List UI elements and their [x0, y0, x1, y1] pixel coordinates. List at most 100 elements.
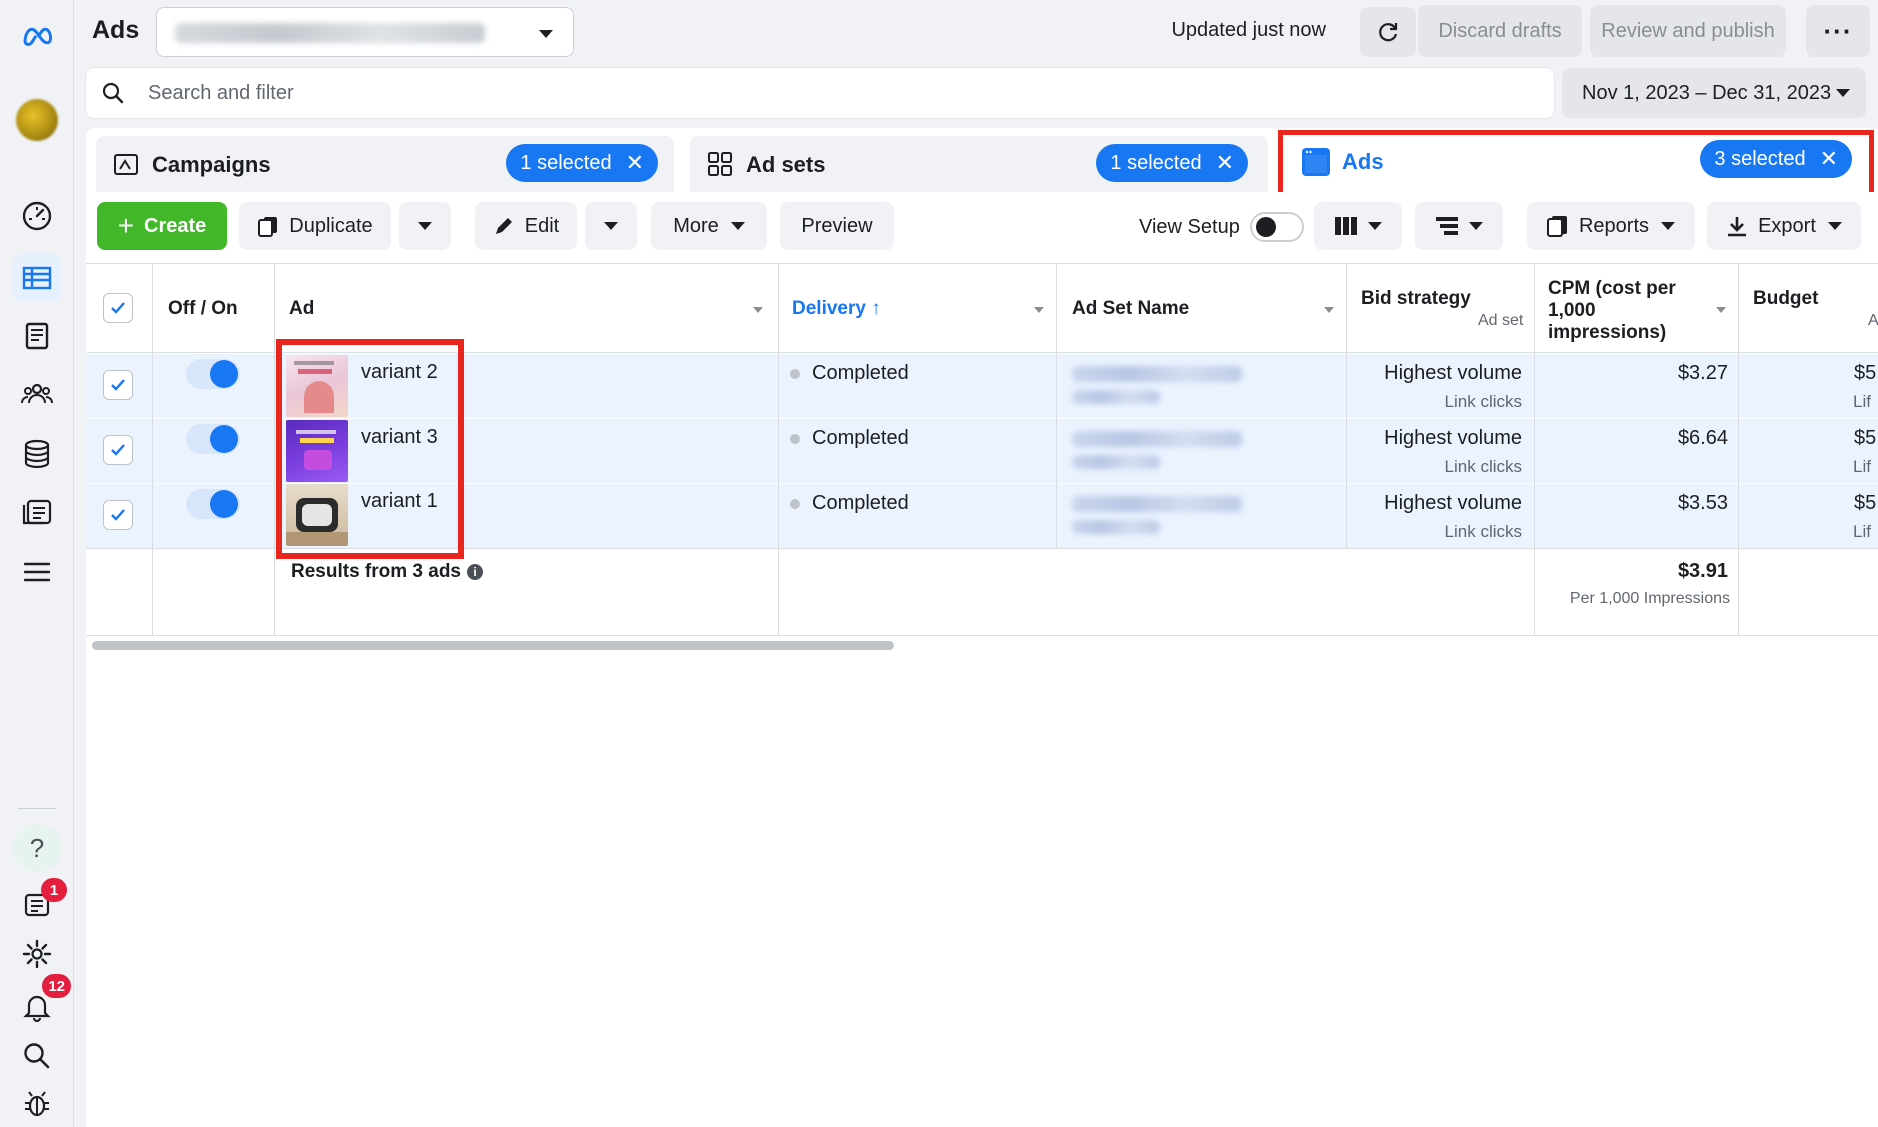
toggle-knob	[210, 425, 238, 453]
campaigns-selected-pill[interactable]: 1 selected ✕	[506, 144, 658, 182]
sort-caret-icon[interactable]	[753, 307, 763, 313]
header-ad-set-name[interactable]: Ad Set Name	[1072, 298, 1189, 320]
audiences-icon[interactable]	[13, 370, 61, 418]
billing-database-icon[interactable]	[13, 430, 61, 478]
meta-logo-icon[interactable]	[13, 12, 61, 60]
column-divider	[1056, 263, 1057, 548]
header-cpm[interactable]: CPM (cost per 1,000 impressions)	[1548, 278, 1698, 344]
ad-thumbnail-image[interactable]	[286, 420, 348, 482]
tab-ad-sets[interactable]: Ad sets 1 selected ✕	[690, 136, 1268, 192]
more-options-button[interactable]: ···	[1806, 5, 1870, 57]
cpm-value: $6.64	[1677, 427, 1728, 449]
header-delivery[interactable]: Delivery ↑	[792, 298, 881, 320]
top-bar: Ads Updated just now Discard drafts Revi…	[74, 0, 1878, 62]
view-setup-toggle[interactable]	[1250, 212, 1304, 242]
refresh-button[interactable]	[1360, 7, 1416, 57]
header-bid-strategy-sub: Ad set	[1478, 312, 1524, 329]
catalog-icon[interactable]	[13, 488, 61, 536]
report-bug-icon[interactable]	[13, 1080, 61, 1127]
header-budget[interactable]: Budget	[1753, 288, 1818, 310]
row-checkbox[interactable]	[103, 500, 133, 530]
budget-type: Lif	[1853, 457, 1871, 476]
column-divider	[274, 263, 275, 635]
column-divider	[1738, 263, 1739, 635]
bid-strategy-value: Highest volume	[1384, 492, 1522, 514]
date-range-label: Nov 1, 2023 – Dec 31, 2023	[1582, 81, 1832, 104]
clear-selection-icon[interactable]: ✕	[1216, 152, 1234, 174]
table-row[interactable]	[86, 354, 1878, 418]
breakdown-button[interactable]	[1415, 202, 1503, 250]
preview-button[interactable]: Preview	[780, 202, 894, 250]
chevron-down-icon	[539, 30, 553, 38]
status-dot	[790, 434, 800, 444]
sort-caret-icon[interactable]	[1716, 307, 1726, 313]
ad-sets-selected-pill[interactable]: 1 selected ✕	[1096, 144, 1248, 182]
budget-type: Lif	[1853, 522, 1871, 541]
total-cpm-value: $3.91	[1677, 560, 1728, 582]
chevron-down-icon	[604, 222, 618, 230]
create-button[interactable]: + Create	[97, 202, 227, 250]
dashboard-gauge-icon[interactable]	[13, 192, 61, 240]
ad-thumbnail-image[interactable]	[286, 355, 348, 417]
download-icon	[1728, 217, 1747, 237]
clear-selection-icon[interactable]: ✕	[626, 152, 644, 174]
tab-ad-sets-label: Ad sets	[746, 152, 826, 177]
pages-icon[interactable]	[13, 312, 61, 360]
ad-window-icon	[1302, 148, 1330, 176]
ad-thumbnail-image[interactable]	[286, 484, 348, 546]
clear-selection-icon[interactable]: ✕	[1820, 148, 1838, 170]
sort-caret-icon[interactable]	[1034, 307, 1044, 313]
table-row[interactable]	[86, 419, 1878, 483]
settings-gear-icon[interactable]	[13, 930, 61, 978]
reports-button[interactable]: Reports	[1527, 202, 1695, 250]
account-avatar[interactable]	[13, 96, 61, 144]
notifications-icon[interactable]: 1	[13, 878, 67, 928]
select-all-checkbox[interactable]	[103, 293, 133, 323]
row-checkbox[interactable]	[103, 370, 133, 400]
edit-options-dropdown[interactable]	[585, 202, 637, 250]
action-toolbar: + Create Duplicate Edit More Preview View…	[86, 192, 1878, 262]
search-icon	[102, 82, 124, 104]
more-actions-button[interactable]: More	[651, 202, 767, 250]
ad-name[interactable]: variant 1	[361, 490, 438, 513]
status-dot	[790, 499, 800, 509]
ad-on-off-toggle[interactable]	[186, 359, 240, 389]
export-button[interactable]: Export	[1707, 202, 1861, 250]
search-icon[interactable]	[13, 1032, 61, 1080]
ad-on-off-toggle[interactable]	[186, 424, 240, 454]
review-and-publish-button[interactable]: Review and publish	[1590, 5, 1786, 57]
header-bid-strategy[interactable]: Bid strategy	[1361, 288, 1471, 310]
ad-name[interactable]: variant 3	[361, 426, 438, 449]
total-cpm-sub: Per 1,000 Impressions	[1569, 590, 1730, 607]
ad-name[interactable]: variant 2	[361, 361, 438, 384]
all-tools-menu-icon[interactable]	[13, 548, 61, 596]
help-icon[interactable]: ?	[13, 824, 61, 872]
date-range-picker[interactable]: Nov 1, 2023 – Dec 31, 2023	[1562, 68, 1866, 118]
updated-status: Updated just now	[1171, 19, 1326, 41]
view-setup-label: View Setup	[1139, 216, 1240, 238]
discard-drafts-button[interactable]: Discard drafts	[1418, 5, 1582, 57]
app-title: Ads	[92, 16, 140, 44]
horizontal-scrollbar[interactable]	[92, 641, 894, 650]
chevron-down-icon	[1661, 222, 1676, 230]
edit-button[interactable]: Edit	[475, 202, 577, 250]
ads-manager-table-icon[interactable]	[13, 254, 61, 302]
table-row[interactable]	[86, 484, 1878, 548]
search-input[interactable]	[148, 77, 1508, 109]
ad-on-off-toggle[interactable]	[186, 489, 240, 519]
tab-ads[interactable]: Ads 3 selected ✕	[1280, 136, 1872, 192]
duplicate-button[interactable]: Duplicate	[239, 202, 391, 250]
toggle-knob	[210, 360, 238, 388]
duplicate-options-dropdown[interactable]	[399, 202, 451, 250]
header-ad[interactable]: Ad	[289, 298, 314, 320]
ads-selected-pill[interactable]: 3 selected ✕	[1700, 140, 1852, 178]
left-nav-rail: ? 1 12	[0, 0, 74, 1127]
row-checkbox[interactable]	[103, 435, 133, 465]
info-icon[interactable]: i	[467, 563, 483, 580]
budget-value: $5	[1854, 362, 1877, 384]
ad-account-selector[interactable]	[156, 7, 574, 57]
tab-campaigns[interactable]: Campaigns 1 selected ✕	[96, 136, 674, 192]
columns-button[interactable]	[1314, 202, 1402, 250]
sort-caret-icon[interactable]	[1324, 307, 1334, 313]
alerts-bell-icon[interactable]: 12	[13, 974, 71, 1030]
